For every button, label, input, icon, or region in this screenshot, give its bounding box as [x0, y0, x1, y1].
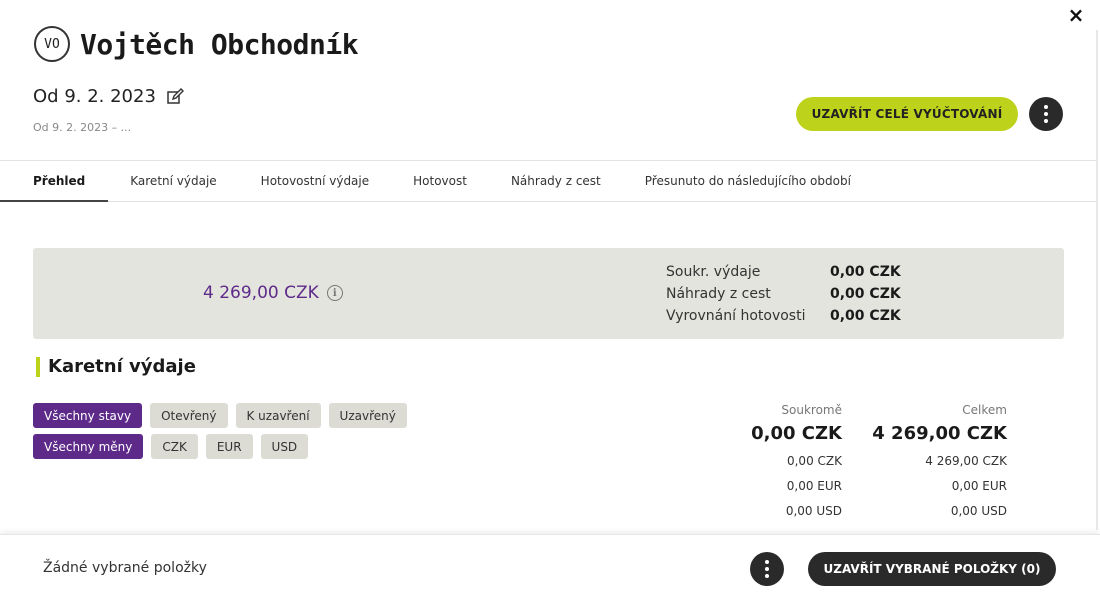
private-line: 0,00 EUR: [786, 479, 842, 493]
tab-cash[interactable]: Hotovost: [391, 161, 489, 201]
filter-all-currencies[interactable]: Všechny měny: [33, 434, 144, 459]
filter-usd[interactable]: USD: [260, 434, 309, 459]
currency-filter-group: Všechny měny CZK EUR USD: [33, 434, 309, 459]
summary-breakdown: Soukr. výdaje 0,00 CZK Náhrady z cest 0,…: [666, 261, 901, 327]
more-vertical-icon[interactable]: [750, 552, 784, 586]
filter-open[interactable]: Otevřený: [150, 403, 228, 428]
tab-bar: Přehled Karetní výdaje Hotovostní výdaje…: [0, 160, 1096, 202]
overall-totals: Celkem 4 269,00 CZK 4 269,00 CZK 0,00 EU…: [860, 403, 1007, 524]
scrollbar[interactable]: [1096, 30, 1098, 530]
header: VO Vojtěch Obchodník: [34, 26, 1074, 62]
summary-row-value: 0,00 CZK: [830, 308, 901, 324]
tab-card-expenses[interactable]: Karetní výdaje: [108, 161, 238, 201]
close-icon[interactable]: ×: [1062, 4, 1090, 26]
section-title: Karetní výdaje: [36, 356, 196, 377]
footer-bar: Žádné vybrané položky UZAVŘÍT VYBRANÉ PO…: [0, 534, 1100, 600]
private-total: 0,00 CZK: [751, 423, 842, 444]
filter-czk[interactable]: CZK: [151, 434, 198, 459]
filter-eur[interactable]: EUR: [205, 434, 253, 459]
overall-line: 0,00 USD: [950, 504, 1007, 518]
section-title-text: Karetní výdaje: [48, 356, 196, 377]
selection-status: Žádné vybrané položky: [43, 560, 207, 576]
summary-row: Náhrady z cest 0,00 CZK: [666, 283, 901, 305]
private-totals: Soukromě 0,00 CZK 0,00 CZK 0,00 EUR 0,00…: [700, 403, 842, 524]
avatar: VO: [34, 26, 70, 62]
title-row: VO Vojtěch Obchodník: [34, 26, 1074, 62]
summary-total: 4 269,00 CZK i: [203, 283, 343, 303]
period-row: Od 9. 2. 2023: [33, 86, 184, 107]
period-title: Od 9. 2. 2023: [33, 86, 156, 107]
private-line: 0,00 CZK: [786, 454, 842, 468]
filter-closed[interactable]: Uzavřený: [328, 403, 407, 428]
person-name: Vojtěch Obchodník: [80, 27, 359, 61]
summary-panel: 4 269,00 CZK i Soukr. výdaje 0,00 CZK Ná…: [33, 248, 1064, 339]
section-accent-bar: [36, 356, 40, 377]
period-subtitle: Od 9. 2. 2023 – ...: [33, 121, 132, 134]
summary-row-value: 0,00 CZK: [830, 286, 901, 302]
summary-row-label: Náhrady z cest: [666, 286, 771, 302]
tab-overview[interactable]: Přehled: [0, 161, 109, 202]
info-icon[interactable]: i: [326, 285, 343, 301]
summary-row-label: Soukr. výdaje: [666, 264, 761, 280]
overall-total: 4 269,00 CZK: [872, 423, 1007, 444]
summary-row: Soukr. výdaje 0,00 CZK: [666, 261, 901, 283]
private-header: Soukromě: [781, 403, 842, 417]
close-selected-items-button[interactable]: UZAVŘÍT VYBRANÉ POLOŽKY (0): [808, 552, 1056, 586]
summary-row-value: 0,00 CZK: [830, 264, 901, 280]
summary-row: Vyrovnání hotovosti 0,00 CZK: [666, 305, 901, 327]
overall-line: 0,00 EUR: [951, 479, 1007, 493]
close-all-settlement-button[interactable]: UZAVŘÍT CELÉ VYÚČTOVÁNÍ: [796, 97, 1018, 131]
overall-line: 4 269,00 CZK: [925, 454, 1007, 468]
more-vertical-icon[interactable]: [1029, 97, 1063, 131]
private-line: 0,00 USD: [785, 504, 842, 518]
tab-cash-expenses[interactable]: Hotovostní výdaje: [239, 161, 391, 201]
filter-all-states[interactable]: Všechny stavy: [33, 403, 143, 428]
edit-icon[interactable]: [166, 87, 184, 106]
overall-header: Celkem: [962, 403, 1007, 417]
filter-to-close[interactable]: K uzavření: [235, 403, 321, 428]
status-filter-group: Všechny stavy Otevřený K uzavření Uzavře…: [33, 403, 407, 428]
tab-moved-to-next-period[interactable]: Přesunuto do následujícího období: [623, 161, 873, 201]
summary-row-label: Vyrovnání hotovosti: [666, 308, 806, 324]
tab-travel-allowances[interactable]: Náhrady z cest: [489, 161, 623, 201]
summary-total-value: 4 269,00 CZK: [203, 283, 319, 303]
